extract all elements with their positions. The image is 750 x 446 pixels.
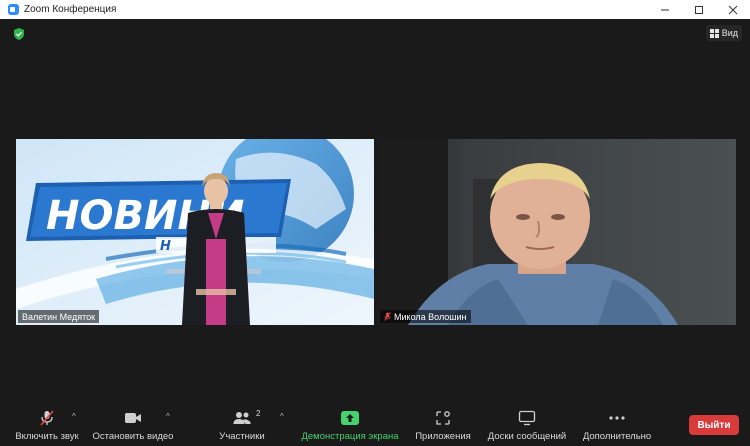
- whiteboard-button[interactable]: Доски сообщений: [484, 404, 570, 446]
- maximize-button[interactable]: [682, 0, 716, 19]
- participant-name: Валетин Медяток: [22, 311, 96, 322]
- participants-options-caret[interactable]: ^: [280, 412, 284, 421]
- apps-icon: [436, 411, 450, 425]
- apps-label: Приложения: [415, 431, 471, 442]
- participants-icon: [233, 412, 251, 424]
- news-broadcast-video: НОВИНИ Н: [16, 139, 374, 325]
- meeting-toolbar: Включить звук ^ Остановить видео ^ Участ…: [0, 404, 750, 446]
- whiteboard-label: Доски сообщений: [487, 431, 567, 442]
- grid-view-icon: [709, 28, 719, 38]
- video-camera-icon: [125, 413, 141, 423]
- unmute-button[interactable]: Включить звук: [10, 404, 84, 446]
- window-title: Zoom Конференция: [24, 4, 117, 15]
- minimize-button[interactable]: [648, 0, 682, 19]
- minimize-icon: [661, 9, 669, 10]
- participant-name-tag: Микола Волошин: [380, 310, 471, 323]
- view-button[interactable]: Вид: [705, 25, 742, 41]
- view-label: Вид: [721, 28, 738, 38]
- participant-video-tile[interactable]: НОВИНИ Н Валетин Медяток: [16, 139, 374, 325]
- more-label: Дополнительно: [582, 431, 652, 442]
- zoom-app-icon: [8, 4, 19, 15]
- unmute-label: Включить звук: [15, 431, 79, 442]
- close-icon: [728, 5, 738, 14]
- participant-video-tile[interactable]: Микола Волошин: [378, 139, 736, 325]
- share-screen-button[interactable]: Демонстрация экрана: [298, 404, 402, 446]
- whiteboard-icon: [518, 410, 536, 426]
- window-controls: [648, 0, 750, 19]
- participant-name-tag: Валетин Медяток: [18, 310, 100, 323]
- meeting-area: Вид НОВИНИ Н Валетин Медяток Микола Воло…: [0, 19, 750, 404]
- stop-video-button[interactable]: Остановить видео: [90, 404, 176, 446]
- participant-webcam-video: [378, 139, 736, 325]
- video-options-caret[interactable]: ^: [166, 412, 170, 421]
- share-screen-label: Демонстрация экрана: [301, 431, 399, 442]
- mic-muted-icon: [384, 312, 391, 321]
- participants-label: Участники: [219, 431, 265, 442]
- window-titlebar: Zoom Конференция: [0, 0, 750, 19]
- mic-muted-icon: [40, 410, 54, 426]
- shield-check-icon[interactable]: [12, 27, 26, 41]
- apps-button[interactable]: Приложения: [412, 404, 474, 446]
- maximize-icon: [695, 5, 703, 14]
- share-screen-icon: [341, 411, 359, 425]
- stop-video-label: Остановить видео: [92, 431, 174, 442]
- leave-button[interactable]: Выйти: [689, 415, 739, 435]
- more-button[interactable]: Дополнительно: [578, 404, 656, 446]
- participants-button[interactable]: Участники: [212, 404, 272, 446]
- participant-name: Микола Волошин: [394, 311, 467, 322]
- audio-options-caret[interactable]: ^: [72, 412, 76, 421]
- participants-count: 2: [256, 409, 261, 418]
- more-dots-icon: [609, 416, 625, 420]
- close-button[interactable]: [716, 0, 750, 19]
- news-banner-subtext: Н: [160, 239, 171, 254]
